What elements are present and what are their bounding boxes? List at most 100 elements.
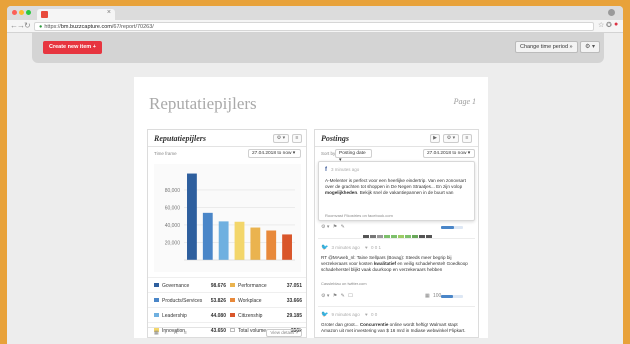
profile-icon[interactable]	[608, 9, 615, 16]
extension-icon[interactable]: ✪	[606, 21, 612, 29]
change-time-period-button[interactable]: Change time period »	[515, 41, 578, 53]
widget-menu-button[interactable]: ≡	[462, 134, 472, 143]
flag-icon[interactable]: ⚑	[333, 293, 337, 299]
y-tick-label: 60,000	[165, 205, 181, 211]
bar-leadership[interactable]	[218, 221, 229, 260]
legend-swatch	[154, 313, 159, 317]
widget-settings-button[interactable]: ⚙ ▾	[443, 134, 459, 143]
heart-icon: ♥	[365, 245, 368, 250]
post-keyword: Concurrentie	[359, 322, 389, 327]
legend-label: Citizenship	[238, 313, 263, 319]
bar-workplace[interactable]	[266, 230, 277, 260]
legend-value: 37.051	[286, 283, 302, 289]
post-text-part: A-Melenter is perfect voor een heerlijke…	[325, 178, 466, 190]
tab-close-icon[interactable]: ×	[107, 9, 111, 16]
grid-icon[interactable]: ▦	[154, 330, 159, 336]
post-keyword: kwalitatief	[373, 261, 397, 267]
post-keyword: mogelijkheden	[325, 190, 358, 196]
post-source: Roomvast Fikostries on facebook.com	[325, 213, 393, 218]
legend-row: Governance 98.676 Performance 37.051	[148, 277, 306, 292]
heart-icon: ♥	[365, 312, 368, 317]
chart-icon: ▦	[425, 293, 430, 299]
address-bar: ← → ↻ ● https://bm.buzzcapture.com/67/rep…	[7, 20, 623, 33]
timeframe-select[interactable]: 27.04.2018 to now ▾	[248, 149, 301, 158]
y-tick-label: 20,000	[165, 240, 181, 246]
legend-swatch	[230, 313, 235, 317]
widget-settings-button[interactable]: ⚙ ▾	[273, 134, 289, 143]
post-text-part: . Bekijk snel de vakantiepannen in de bu…	[357, 190, 454, 196]
menu-icon[interactable]: ●	[614, 21, 618, 28]
postings-widget: Postings ▶ ⚙ ▾ ≡ Sort by Posting date ▾ …	[314, 129, 479, 338]
minimize-window-icon[interactable]	[19, 10, 24, 15]
legend-value: 44.080	[210, 313, 226, 319]
url-path: /67/report/70263/	[111, 24, 154, 30]
date-select[interactable]: 27.04.2018 to now ▾	[423, 149, 475, 158]
report-page: Reputatiepijlers Page 1 Reputatiepijlers…	[134, 77, 488, 338]
flag-icon[interactable]: ⚑	[333, 224, 337, 230]
settings-icon[interactable]: ⚙ ▾	[321, 293, 329, 299]
view-details-button[interactable]: View details »	[266, 329, 302, 337]
post-meta: f 3 minutes ago	[325, 167, 359, 173]
legend-label: Leadership	[162, 313, 187, 319]
facebook-icon: f	[325, 167, 327, 173]
close-window-icon[interactable]	[12, 10, 17, 15]
post-source: Cassleblau on twitter.com	[321, 281, 367, 286]
widget-menu-button[interactable]: ≡	[292, 134, 302, 143]
post-text: A-Melenter is perfect voor een heerlijke…	[325, 178, 466, 197]
legend-value: 98.676	[210, 283, 226, 289]
post-text: Groter dan groot... Concurrentie online …	[321, 322, 470, 334]
post-time: 3 minutes ago	[331, 245, 360, 250]
legend-label: Performance	[238, 283, 267, 289]
bar-governance[interactable]	[187, 173, 197, 260]
check-icon[interactable]: ✓	[164, 330, 168, 336]
checkbox-icon[interactable]: ☐	[348, 293, 352, 299]
pencil-icon[interactable]: ✎	[341, 224, 345, 230]
twitter-icon: 🐦	[321, 312, 329, 318]
y-tick-label: 80,000	[165, 188, 181, 194]
create-new-item-button[interactable]: Create new item +	[43, 41, 102, 54]
legend-value: 29.185	[286, 313, 302, 319]
page-number: Page 1	[453, 97, 476, 106]
legend-swatch	[154, 283, 159, 287]
url-input[interactable]: ● https://bm.buzzcapture.com/67/report/70…	[34, 22, 594, 31]
sort-label: Sort by	[321, 151, 336, 156]
maximize-window-icon[interactable]	[26, 10, 31, 15]
sort-select[interactable]: Posting date ▾	[335, 149, 372, 163]
font-icon[interactable]: A	[174, 330, 177, 336]
legend-value: 53.826	[210, 298, 226, 304]
play-button[interactable]: ▶	[430, 134, 440, 143]
divider	[318, 306, 475, 307]
widget-footer: ▦ ✓ A ≡ View details »	[148, 327, 306, 337]
post-counts: 0 0 1	[370, 245, 381, 250]
bar-citizenship[interactable]	[282, 234, 292, 260]
y-tick-label: 40,000	[165, 223, 181, 229]
bar-innovation[interactable]	[234, 221, 245, 260]
legend-label: Workplace	[238, 298, 262, 304]
legend-label: Governance	[162, 283, 190, 289]
reload-icon[interactable]: ↻	[24, 21, 31, 31]
widget-header: Postings ▶ ⚙ ▾ ≡	[315, 130, 478, 147]
posting-card[interactable]: f 3 minutes ago A-Melenter is perfect voo…	[318, 161, 475, 221]
url-host: bm.buzzcapture.com	[60, 24, 112, 30]
widget-title: Reputatiepijlers	[154, 134, 206, 143]
twitter-icon: 🐦	[321, 245, 329, 251]
timeframe-label: Time frame	[154, 151, 177, 156]
browser-tab[interactable]: ×	[37, 9, 115, 20]
post-meta: 🐦 9 minutes ago ♥ 0 0	[321, 311, 377, 318]
pencil-icon[interactable]: ✎	[341, 293, 345, 299]
legend-label: Products/Services	[162, 298, 203, 304]
post-text: RT @MAweb_nl: Taine Sellpars (Bovag): St…	[321, 255, 470, 274]
legend-swatch	[230, 298, 235, 302]
legend-row: Leadership 44.080 Citizenship 29.185	[148, 307, 306, 322]
settings-icon[interactable]: ⚙ ▾	[321, 224, 329, 230]
report-title: Reputatiepijlers	[149, 94, 257, 113]
star-icon[interactable]: ☆	[598, 21, 604, 29]
post-time: 9 minutes ago	[331, 312, 360, 317]
legend-swatch	[230, 283, 235, 287]
tab-strip: ×	[7, 6, 623, 20]
list-icon[interactable]: ≡	[184, 330, 187, 336]
settings-dropdown-button[interactable]: ⚙ ▾	[580, 41, 600, 53]
sentiment-bar[interactable]	[363, 226, 433, 239]
bar-performance[interactable]	[250, 227, 261, 260]
bar-products-services[interactable]	[202, 212, 213, 260]
